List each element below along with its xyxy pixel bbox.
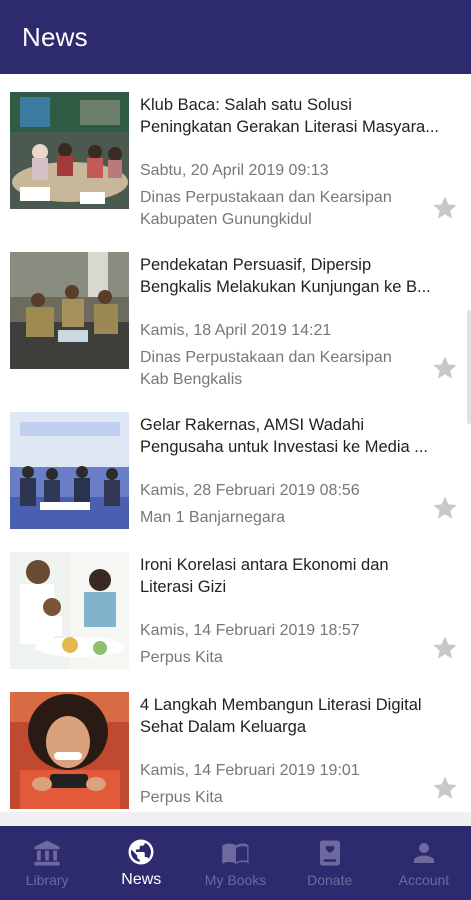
nav-label: News bbox=[121, 871, 162, 888]
news-title-line: Pengusaha untuk Investasi ke Media ... bbox=[140, 438, 429, 456]
news-title: Ironi Korelasi antara Ekonomi dan Litera… bbox=[140, 554, 462, 598]
news-date: Kamis, 18 April 2019 14:21 bbox=[140, 322, 332, 339]
news-thumbnail bbox=[10, 692, 129, 809]
news-title-line: Sehat Dalam Keluarga bbox=[140, 718, 307, 736]
news-item[interactable]: 4 Langkah Membangun Literasi Digital Seh… bbox=[0, 682, 471, 822]
news-item[interactable]: Klub Baca: Salah satu Solusi Peningkatan… bbox=[0, 82, 471, 228]
nav-item-account[interactable]: Account bbox=[377, 826, 471, 900]
nav-label: Donate bbox=[307, 872, 353, 888]
news-thumbnail bbox=[10, 552, 129, 669]
news-item[interactable]: Gelar Rakernas, AMSI Wadahi Pengusaha un… bbox=[0, 402, 471, 542]
news-date: Kamis, 14 Februari 2019 19:01 bbox=[140, 762, 360, 779]
nav-label: Account bbox=[398, 872, 450, 888]
book-icon bbox=[221, 843, 248, 864]
news-date: Sabtu, 20 April 2019 09:13 bbox=[140, 162, 329, 179]
news-title-line: 4 Langkah Membangun Literasi Digital bbox=[140, 696, 422, 714]
news-date: Kamis, 14 Februari 2019 18:57 bbox=[140, 622, 360, 639]
news-title: Klub Baca: Salah satu Solusi Peningkatan… bbox=[140, 94, 462, 138]
news-source: Dinas Perpustakaan dan Kearsipan Kabupat… bbox=[140, 187, 440, 231]
list-bottom-divider bbox=[0, 812, 471, 826]
news-title-line: Bengkalis Melakukan Kunjungan ke B... bbox=[140, 278, 431, 296]
nav-item-news[interactable]: News bbox=[94, 826, 188, 900]
app-bar: News bbox=[0, 0, 471, 74]
favorite-star-icon[interactable] bbox=[431, 494, 459, 522]
news-source-line: Man 1 Banjarnegara bbox=[140, 509, 285, 526]
news-title-line: Peningkatan Gerakan Literasi Masyara... bbox=[140, 118, 439, 136]
globe-icon bbox=[128, 839, 154, 865]
news-item[interactable]: Ironi Korelasi antara Ekonomi dan Litera… bbox=[0, 542, 471, 682]
favorite-star-icon[interactable] bbox=[431, 354, 459, 382]
news-title-line: Gelar Rakernas, AMSI Wadahi bbox=[140, 416, 365, 434]
nav-label: Library bbox=[25, 872, 69, 888]
news-list[interactable]: Klub Baca: Salah satu Solusi Peningkatan… bbox=[0, 74, 471, 826]
news-title-line: Pendekatan Persuasif, Dipersip bbox=[140, 256, 372, 274]
person-icon bbox=[413, 843, 434, 863]
news-source-line: Kab Bengkalis bbox=[140, 371, 243, 388]
favorite-star-icon[interactable] bbox=[431, 774, 459, 802]
scroll-indicator[interactable] bbox=[467, 310, 471, 424]
library-icon bbox=[34, 840, 60, 866]
news-source: Perpus Kita bbox=[140, 787, 440, 809]
news-title: Pendekatan Persuasif, Dipersip Bengkalis… bbox=[140, 254, 462, 298]
news-thumbnail bbox=[10, 92, 129, 209]
news-title-line: Ironi Korelasi antara Ekonomi dan bbox=[140, 556, 389, 574]
news-title: Gelar Rakernas, AMSI Wadahi Pengusaha un… bbox=[140, 414, 462, 458]
favorite-star-icon[interactable] bbox=[431, 194, 459, 222]
nav-item-my-books[interactable]: My Books bbox=[188, 826, 282, 900]
news-source-line: Kabupaten Gunungkidul bbox=[140, 211, 312, 228]
news-source-line: Dinas Perpustakaan dan Kearsipan bbox=[140, 189, 392, 206]
news-source-line: Perpus Kita bbox=[140, 649, 223, 666]
news-source: Man 1 Banjarnegara bbox=[140, 507, 440, 529]
nav-label: My Books bbox=[204, 872, 267, 888]
news-source-line: Dinas Perpustakaan dan Kearsipan bbox=[140, 349, 392, 366]
news-title-line: Klub Baca: Salah satu Solusi bbox=[140, 96, 352, 114]
nav-item-donate[interactable]: Donate bbox=[283, 826, 377, 900]
news-date: Kamis, 28 Februari 2019 08:56 bbox=[140, 482, 360, 499]
nav-item-library[interactable]: Library bbox=[0, 826, 94, 900]
news-source: Perpus Kita bbox=[140, 647, 440, 669]
news-source: Dinas Perpustakaan dan Kearsipan Kab Ben… bbox=[140, 347, 440, 391]
news-title: 4 Langkah Membangun Literasi Digital Seh… bbox=[140, 694, 462, 738]
donate-book-icon bbox=[319, 840, 340, 866]
news-item[interactable]: Pendekatan Persuasif, Dipersip Bengkalis… bbox=[0, 242, 471, 388]
bottom-navigation: Library News My Books Donate Account bbox=[0, 826, 471, 900]
news-title-line: Literasi Gizi bbox=[140, 578, 227, 596]
page-title: News bbox=[22, 21, 88, 52]
news-thumbnail bbox=[10, 412, 129, 529]
favorite-star-icon[interactable] bbox=[431, 634, 459, 662]
news-thumbnail bbox=[10, 252, 129, 369]
news-source-line: Perpus Kita bbox=[140, 789, 223, 806]
